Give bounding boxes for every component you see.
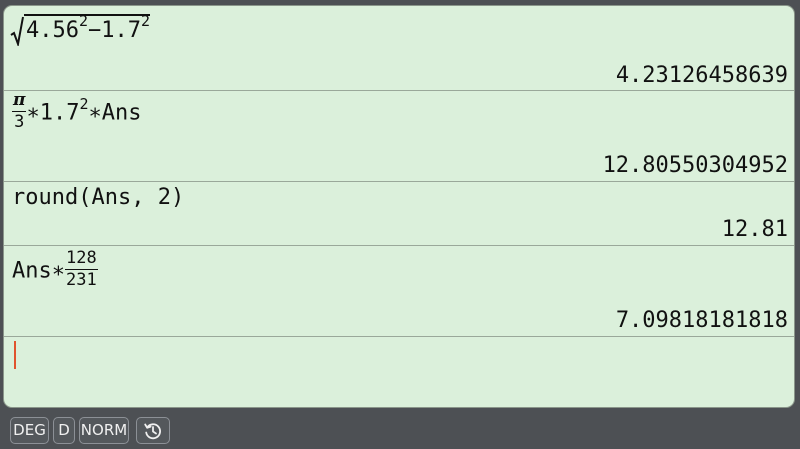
angle-mode-badge[interactable]: DEG xyxy=(10,417,49,444)
calculator-screen: 4.562−1.72 4.23126458639 π 3 ∗1.72∗Ans 1… xyxy=(0,0,800,449)
fraction-denominator: 231 xyxy=(65,270,97,290)
history-divider xyxy=(4,245,794,246)
history-result-3[interactable]: 12.81 xyxy=(722,219,788,241)
history-expression-4[interactable]: Ans∗ 128 231 xyxy=(12,248,98,291)
history-divider xyxy=(4,181,794,182)
history-result-1[interactable]: 4.23126458639 xyxy=(616,65,788,87)
fraction: π 3 xyxy=(12,90,27,132)
expression-text: ∗Ans xyxy=(88,100,142,126)
history-divider xyxy=(4,336,794,337)
expression-text: ∗1.7 xyxy=(26,100,80,126)
exponent: 2 xyxy=(79,94,89,113)
sqrt-term-b: 1.7 xyxy=(101,18,142,43)
minus-operator: − xyxy=(88,18,102,43)
fraction-numerator: 128 xyxy=(64,248,98,270)
history-result-4[interactable]: 7.09818181818 xyxy=(616,310,788,332)
fraction-denominator: 3 xyxy=(14,112,25,132)
expression-text: Ans∗ xyxy=(12,258,65,284)
exponent: 2 xyxy=(141,12,151,30)
sqrt-term-a: 4.56 xyxy=(26,18,79,43)
sqrt-expression: 4.562−1.72 xyxy=(10,14,151,46)
history-expression-2[interactable]: π 3 ∗1.72∗Ans xyxy=(12,90,142,133)
history-result-2[interactable]: 12.80550304952 xyxy=(603,155,788,177)
display-mode-badge[interactable]: D xyxy=(53,417,75,444)
number-format-badge[interactable]: NORM xyxy=(79,417,129,444)
history-panel[interactable]: 4.562−1.72 4.23126458639 π 3 ∗1.72∗Ans 1… xyxy=(3,5,795,408)
history-expression-3[interactable]: round(Ans, 2) xyxy=(12,187,184,209)
input-cursor[interactable] xyxy=(14,341,16,369)
radicand: 4.562−1.72 xyxy=(24,12,151,43)
history-expression-1[interactable]: 4.562−1.72 xyxy=(10,14,151,46)
status-bar: DEG D NORM xyxy=(0,412,800,449)
history-button[interactable] xyxy=(136,417,170,444)
fraction-numerator: π xyxy=(12,90,27,112)
history-icon xyxy=(144,423,161,440)
exponent: 2 xyxy=(78,12,89,30)
radical-sign-icon xyxy=(10,16,24,46)
history-divider xyxy=(4,90,794,91)
fraction: 128 231 xyxy=(64,248,98,290)
